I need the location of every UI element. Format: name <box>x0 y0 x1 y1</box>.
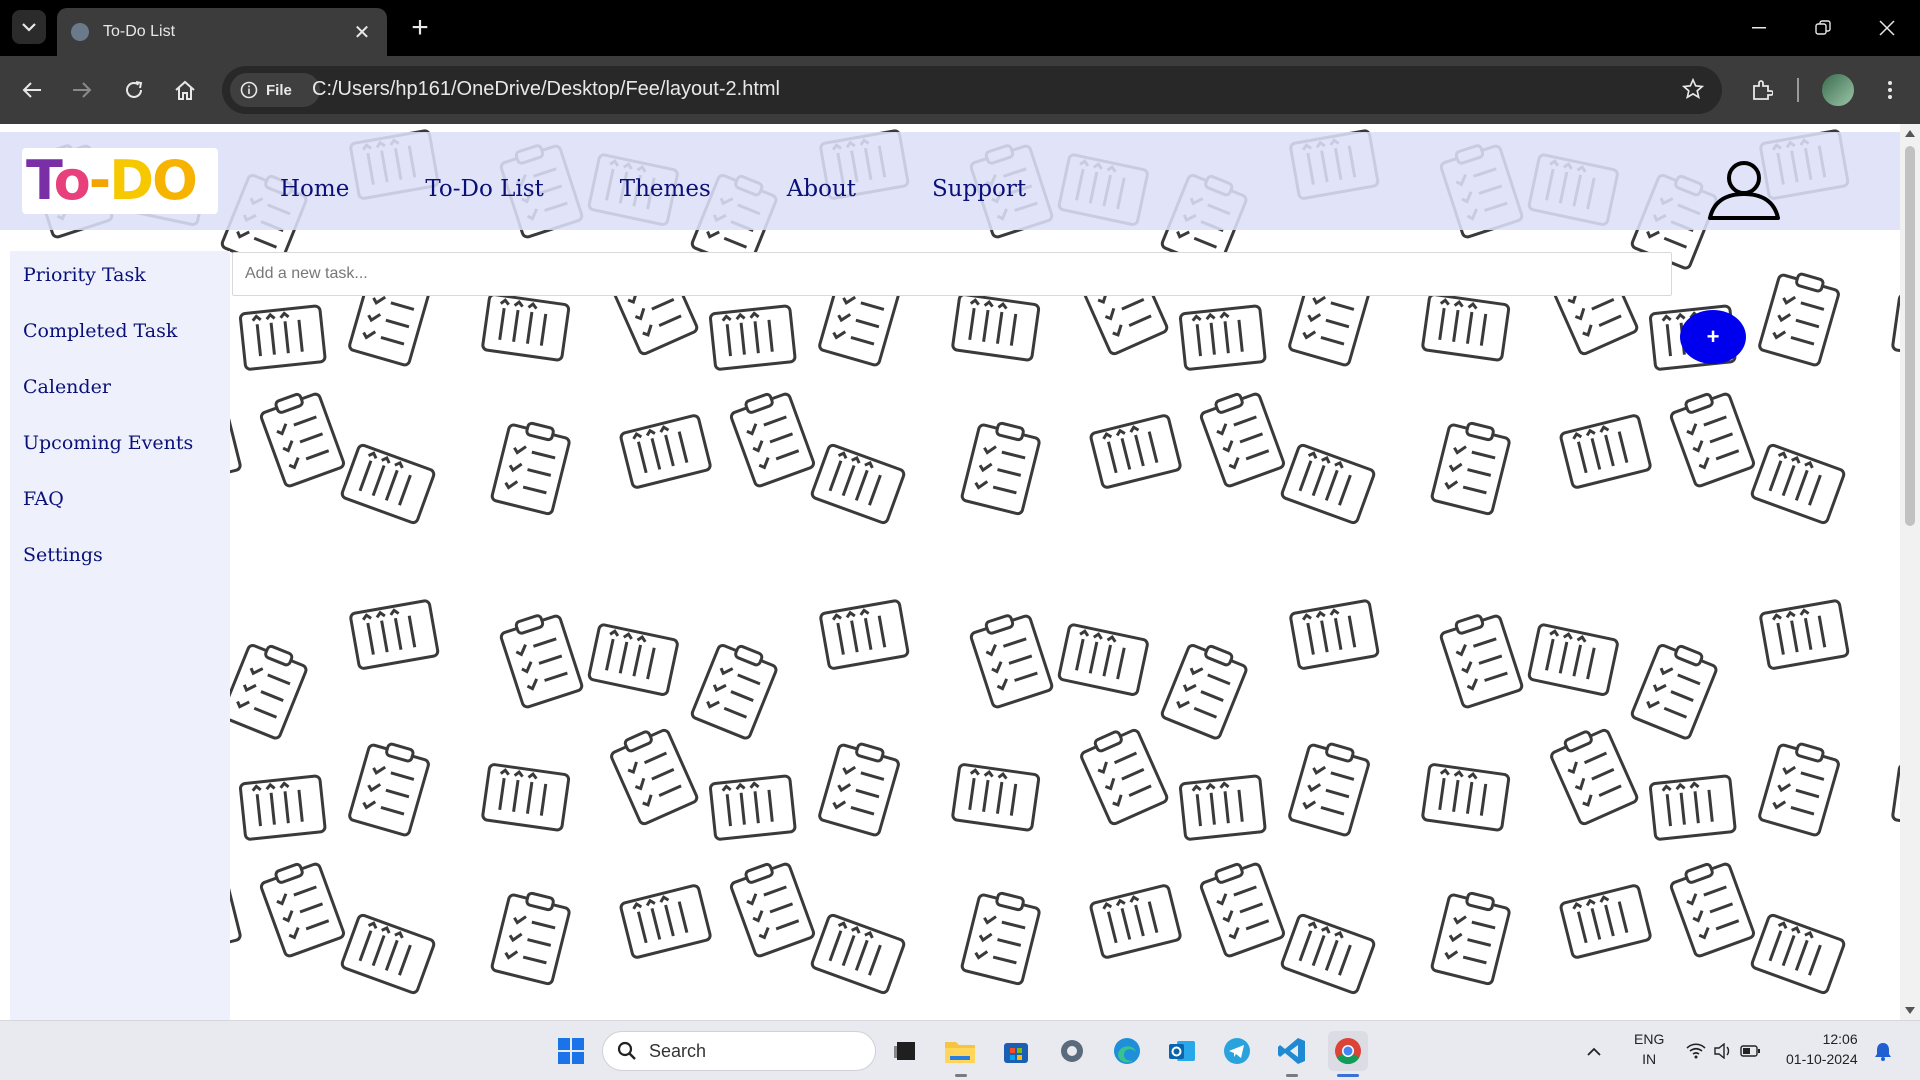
clock[interactable]: 12:06 01-10-2024 <box>1786 1029 1858 1069</box>
language-code: ENG <box>1634 1031 1665 1047</box>
search-icon <box>617 1041 636 1060</box>
page-scrollbar[interactable] <box>1900 124 1920 1020</box>
profile-avatar[interactable] <box>1820 72 1856 108</box>
site-info-button[interactable]: File <box>230 73 320 107</box>
sidebar-item-settings[interactable]: Settings <box>23 544 103 566</box>
close-window-icon[interactable] <box>1864 12 1910 44</box>
todo-logo[interactable]: To-DO <box>22 148 218 214</box>
sidebar-item-completed-task[interactable]: Completed Task <box>23 320 177 342</box>
running-indicator <box>955 1074 967 1077</box>
home-icon[interactable] <box>165 70 205 110</box>
clock-time: 12:06 <box>1822 1031 1858 1047</box>
nav-support[interactable]: Support <box>932 176 1026 202</box>
show-hidden-icons-icon[interactable] <box>1582 1031 1606 1071</box>
scroll-down-arrow-icon[interactable] <box>1905 1007 1915 1014</box>
extensions-icon[interactable] <box>1742 70 1782 110</box>
region-code: IN <box>1642 1051 1657 1067</box>
add-task-button[interactable]: + <box>1680 310 1746 364</box>
settings-gear-icon[interactable] <box>1052 1031 1092 1071</box>
site-info-label: File <box>266 81 292 99</box>
task-view-icon[interactable] <box>885 1031 925 1071</box>
reload-icon[interactable] <box>114 70 154 110</box>
battery-icon <box>1740 1045 1760 1057</box>
nav-about[interactable]: About <box>787 176 856 202</box>
forward-icon[interactable] <box>62 70 102 110</box>
sidebar-item-priority-task[interactable]: Priority Task <box>23 264 146 286</box>
page-viewport: To-DO Home To-Do List Themes About Suppo… <box>0 124 1920 1020</box>
outlook-icon[interactable] <box>1162 1031 1202 1071</box>
address-bar[interactable]: File C:/Users/hp161/OneDrive/Desktop/Fee… <box>222 66 1722 114</box>
active-indicator <box>1337 1074 1359 1077</box>
tab-search-button[interactable] <box>12 10 46 44</box>
info-icon <box>240 81 258 99</box>
file-explorer-icon[interactable] <box>940 1031 980 1071</box>
sidebar-item-upcoming-events[interactable]: Upcoming Events <box>23 432 193 454</box>
nav-themes[interactable]: Themes <box>620 176 711 202</box>
main-nav: Home To-Do List Themes About Support <box>280 176 1102 202</box>
scrollbar-thumb[interactable] <box>1905 146 1915 526</box>
microsoft-store-icon[interactable] <box>996 1031 1036 1071</box>
user-profile-icon[interactable] <box>1706 160 1782 222</box>
scroll-up-arrow-icon[interactable] <box>1905 130 1915 137</box>
minimize-icon[interactable] <box>1736 12 1782 44</box>
windows-taskbar: Search ENG IN 12:06 01-10-2024 <box>0 1020 1920 1080</box>
clock-date: 01-10-2024 <box>1786 1051 1858 1067</box>
running-indicator <box>1286 1074 1298 1077</box>
menu-dots-icon[interactable] <box>1870 70 1910 110</box>
bookmark-star-icon[interactable] <box>1681 77 1705 105</box>
notification-bell-icon[interactable] <box>1868 1031 1898 1071</box>
input-language[interactable]: ENG IN <box>1634 1029 1664 1069</box>
sidebar: Priority Task Completed Task Calender Up… <box>10 251 230 1020</box>
taskbar-search-label: Search <box>649 1040 707 1061</box>
volume-icon <box>1714 1043 1730 1059</box>
nav-home[interactable]: Home <box>280 176 349 202</box>
browser-tab-strip: To-Do List ✕ + <box>0 0 1920 56</box>
restore-icon[interactable] <box>1800 12 1846 44</box>
logo-lettering: To-DO <box>26 149 198 212</box>
back-icon[interactable] <box>12 70 52 110</box>
nav-todo-list[interactable]: To-Do List <box>425 176 543 202</box>
site-header: To-DO Home To-Do List Themes About Suppo… <box>0 132 1900 230</box>
url-text[interactable]: C:/Users/hp161/OneDrive/Desktop/Fee/layo… <box>312 78 780 101</box>
tab-title: To-Do List <box>103 23 176 40</box>
taskbar-search[interactable]: Search <box>602 1031 876 1071</box>
telegram-icon[interactable] <box>1217 1031 1257 1071</box>
new-task-input[interactable] <box>232 252 1672 296</box>
edge-browser-icon[interactable] <box>1107 1031 1147 1071</box>
toolbar-divider <box>1797 78 1799 102</box>
chrome-icon[interactable] <box>1328 1031 1368 1071</box>
globe-icon <box>71 23 89 41</box>
vscode-icon[interactable] <box>1272 1031 1312 1071</box>
browser-tab[interactable]: To-Do List ✕ <box>57 8 387 56</box>
browser-toolbar: File C:/Users/hp161/OneDrive/Desktop/Fee… <box>0 56 1920 124</box>
quick-settings[interactable] <box>1683 1031 1763 1071</box>
wifi-icon <box>1686 1043 1706 1059</box>
sidebar-item-faq[interactable]: FAQ <box>23 488 64 510</box>
sidebar-item-calender[interactable]: Calender <box>23 376 111 398</box>
chevron-down-icon <box>22 23 36 32</box>
close-tab-icon[interactable]: ✕ <box>351 20 373 45</box>
new-tab-button[interactable]: + <box>404 12 436 44</box>
windows-start-icon[interactable] <box>551 1031 591 1071</box>
